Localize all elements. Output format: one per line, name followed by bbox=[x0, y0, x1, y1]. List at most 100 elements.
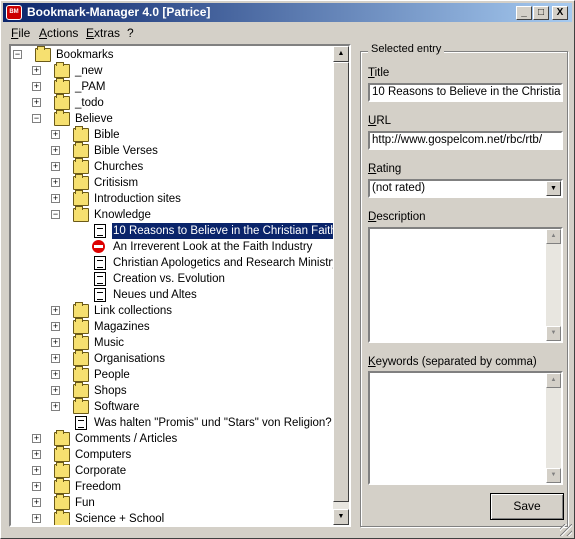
collapse-icon[interactable]: − bbox=[51, 210, 60, 219]
resize-grip-icon[interactable] bbox=[560, 524, 572, 536]
document-icon bbox=[75, 416, 87, 430]
expand-icon[interactable]: + bbox=[32, 82, 41, 91]
tree-item-label: Bible Verses bbox=[94, 145, 158, 157]
scroll-down-icon[interactable]: ▼ bbox=[546, 326, 561, 341]
close-button[interactable]: X bbox=[552, 6, 568, 20]
expand-icon[interactable]: + bbox=[51, 146, 60, 155]
tree-scrollbar[interactable]: ▲ ▼ bbox=[333, 46, 349, 525]
tree-item-label: Introduction sites bbox=[94, 193, 181, 205]
title-field[interactable]: 10 Reasons to Believe in the Christian F… bbox=[368, 83, 563, 102]
tree-item-label: Music bbox=[94, 337, 125, 349]
expand-icon[interactable]: + bbox=[32, 482, 41, 491]
description-scrollbar[interactable]: ▲ ▼ bbox=[546, 229, 561, 341]
tree-item-label: Creation vs. Evolution bbox=[113, 273, 225, 285]
scroll-up-icon[interactable]: ▲ bbox=[333, 46, 349, 62]
tree-item-label: Link collections bbox=[94, 305, 172, 317]
bookmark-tree[interactable]: − Bookmarks + _new + _PAM + _todo − Believe + Bible… bbox=[9, 44, 351, 527]
scroll-thumb[interactable] bbox=[333, 62, 349, 502]
document-icon bbox=[94, 256, 106, 270]
folder-open-icon bbox=[35, 46, 51, 62]
folder-icon bbox=[54, 430, 70, 446]
expand-icon[interactable]: + bbox=[51, 178, 60, 187]
title-bar[interactable]: BM Bookmark-Manager 4.0 [Patrice] _ □ X bbox=[3, 3, 572, 22]
folder-icon bbox=[54, 94, 70, 110]
tree-item-label: Magazines bbox=[94, 321, 150, 333]
maximize-button[interactable]: □ bbox=[533, 6, 549, 20]
folder-icon bbox=[73, 302, 89, 318]
menu-file[interactable]: File bbox=[11, 26, 30, 40]
folder-icon bbox=[73, 398, 89, 414]
tree-item-label: _todo bbox=[75, 97, 104, 109]
app-icon[interactable]: BM bbox=[6, 5, 22, 20]
folder-icon bbox=[54, 510, 70, 525]
tree-item-label: Critisism bbox=[94, 177, 139, 189]
tree-item-label: 10 Reasons to Believe in the Christian F… bbox=[111, 222, 339, 240]
rating-label: Rating bbox=[368, 163, 402, 175]
minimize-button[interactable]: _ bbox=[516, 6, 532, 20]
folder-icon bbox=[73, 126, 89, 142]
folder-icon bbox=[73, 142, 89, 158]
stop-icon bbox=[92, 240, 105, 253]
expand-icon[interactable]: + bbox=[51, 402, 60, 411]
folder-open-icon bbox=[73, 206, 89, 222]
collapse-icon[interactable]: − bbox=[32, 114, 41, 123]
expand-icon[interactable]: + bbox=[51, 354, 60, 363]
tree-item-label: Bible bbox=[94, 129, 120, 141]
menu-actions[interactable]: Actions bbox=[39, 26, 78, 40]
collapse-icon[interactable]: − bbox=[13, 50, 22, 59]
tree-item-label: People bbox=[94, 369, 130, 381]
keywords-label: Keywords (separated by comma) bbox=[368, 356, 537, 368]
keywords-field[interactable]: ▲ ▼ bbox=[368, 371, 563, 485]
expand-icon[interactable]: + bbox=[32, 98, 41, 107]
tree-item-label: Computers bbox=[75, 449, 132, 461]
tree-item-label: Bookmarks bbox=[56, 49, 114, 61]
menu-bar: File Actions Extras ? bbox=[3, 24, 572, 42]
chevron-down-icon[interactable]: ▼ bbox=[546, 181, 561, 196]
scroll-down-icon[interactable]: ▼ bbox=[546, 468, 561, 483]
expand-icon[interactable]: + bbox=[51, 370, 60, 379]
folder-icon bbox=[73, 334, 89, 350]
tree-item-label: Christian Apologetics and Research Minis… bbox=[113, 257, 338, 269]
description-field[interactable]: ▲ ▼ bbox=[368, 227, 563, 343]
document-icon bbox=[94, 272, 106, 286]
menu-help[interactable]: ? bbox=[127, 26, 134, 40]
tree-item-label: Neues und Altes bbox=[113, 289, 197, 301]
tree-item-label: _new bbox=[75, 65, 103, 77]
title-label: Title bbox=[368, 67, 390, 79]
rating-value: (not rated) bbox=[372, 182, 426, 194]
folder-icon bbox=[54, 62, 70, 78]
url-label: URL bbox=[368, 115, 392, 127]
folder-icon bbox=[73, 318, 89, 334]
expand-icon[interactable]: + bbox=[51, 322, 60, 331]
expand-icon[interactable]: + bbox=[51, 130, 60, 139]
expand-icon[interactable]: + bbox=[51, 306, 60, 315]
expand-icon[interactable]: + bbox=[51, 162, 60, 171]
expand-icon[interactable]: + bbox=[32, 450, 41, 459]
expand-icon[interactable]: + bbox=[32, 66, 41, 75]
keywords-scrollbar[interactable]: ▲ ▼ bbox=[546, 373, 561, 483]
expand-icon[interactable]: + bbox=[32, 498, 41, 507]
tree-item-label: Shops bbox=[94, 385, 127, 397]
main-window: BM Bookmark-Manager 4.0 [Patrice] _ □ X … bbox=[0, 0, 575, 539]
document-icon bbox=[94, 288, 106, 302]
scroll-up-icon[interactable]: ▲ bbox=[546, 229, 561, 244]
expand-icon[interactable]: + bbox=[32, 466, 41, 475]
folder-open-icon bbox=[54, 110, 70, 126]
expand-icon[interactable]: + bbox=[51, 338, 60, 347]
expand-icon[interactable]: + bbox=[51, 194, 60, 203]
folder-icon bbox=[54, 78, 70, 94]
expand-icon[interactable]: + bbox=[32, 514, 41, 523]
menu-extras[interactable]: Extras bbox=[86, 26, 120, 40]
tree-item-label: Software bbox=[94, 401, 140, 413]
url-field[interactable]: http://www.gospelcom.net/rbc/rtb/ bbox=[368, 131, 563, 150]
expand-icon[interactable]: + bbox=[32, 434, 41, 443]
scroll-up-icon[interactable]: ▲ bbox=[546, 373, 561, 388]
rating-select[interactable]: (not rated) ▼ bbox=[368, 179, 563, 198]
folder-icon bbox=[73, 382, 89, 398]
save-button[interactable]: Save bbox=[490, 493, 564, 520]
scroll-down-icon[interactable]: ▼ bbox=[333, 509, 349, 525]
folder-icon bbox=[73, 366, 89, 382]
expand-icon[interactable]: + bbox=[51, 386, 60, 395]
folder-icon bbox=[73, 190, 89, 206]
tree-item-label: Was halten "Promis" und "Stars" von Reli… bbox=[94, 417, 332, 429]
